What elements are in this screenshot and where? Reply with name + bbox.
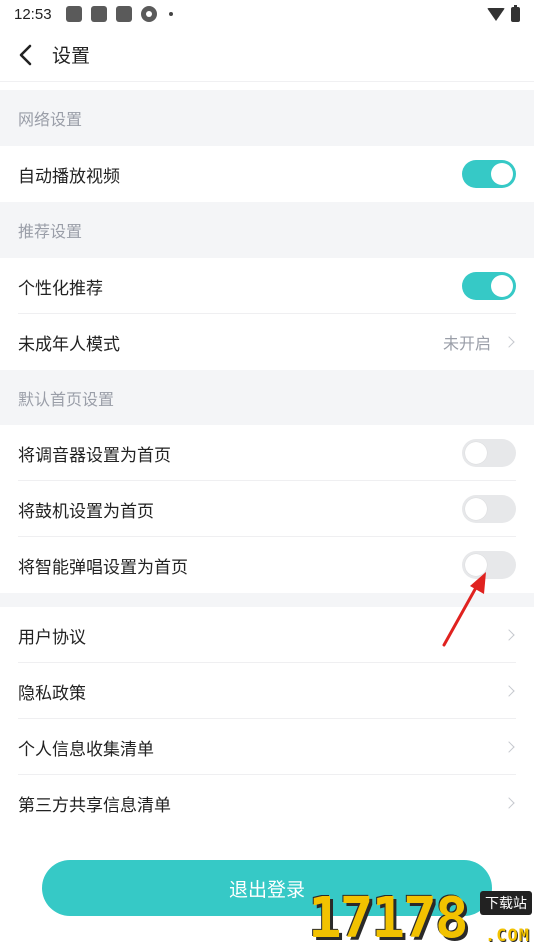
- page-title: 设置: [52, 45, 91, 67]
- more-notifications-icon: [168, 12, 173, 16]
- row-label: 个人信息收集清单: [18, 739, 154, 760]
- nav-bar: 设置: [0, 28, 534, 82]
- tuner-home-toggle[interactable]: [462, 439, 516, 467]
- row-label: 隐私政策: [18, 683, 86, 704]
- notification-icon: [90, 6, 107, 22]
- battery-icon: [511, 4, 520, 22]
- watermark-logo: 17178 下载站 .COM: [308, 888, 534, 950]
- app-notification-icon: [140, 6, 157, 22]
- row-label: 第三方共享信息清单: [18, 795, 171, 816]
- back-button[interactable]: [0, 28, 52, 82]
- section-header-network: 网络设置: [0, 90, 534, 146]
- chevron-right-icon: [503, 797, 515, 809]
- chevron-left-icon: [19, 44, 32, 65]
- row-label: 未成年人模式: [18, 334, 120, 355]
- notification-icon: [115, 6, 132, 22]
- row-label: 自动播放视频: [18, 166, 120, 187]
- row-third-party-list[interactable]: 第三方共享信息清单: [0, 775, 534, 831]
- row-label: 将调音器设置为首页: [18, 445, 171, 466]
- status-time: 12:53: [14, 5, 52, 23]
- section-header-default-home: 默认首页设置: [0, 370, 534, 425]
- row-label: 将智能弹唱设置为首页: [18, 557, 188, 578]
- row-label: 将鼓机设置为首页: [18, 501, 154, 522]
- wifi-icon: [487, 7, 505, 21]
- row-label: 个性化推荐: [18, 278, 103, 299]
- notification-icon: [65, 6, 82, 22]
- row-minor-mode[interactable]: 未成年人模式 未开启: [0, 314, 534, 370]
- row-personalized-recommend: 个性化推荐: [0, 258, 534, 314]
- status-bar: 12:53: [0, 0, 534, 28]
- row-label: 用户协议: [18, 627, 86, 648]
- annotation-arrow-icon: [442, 572, 486, 647]
- row-personal-info-list[interactable]: 个人信息收集清单: [0, 719, 534, 775]
- row-privacy-policy[interactable]: 隐私政策: [0, 663, 534, 719]
- personalized-recommend-toggle[interactable]: [462, 272, 516, 300]
- drum-machine-home-toggle[interactable]: [462, 495, 516, 523]
- row-autoplay-video: 自动播放视频: [0, 146, 534, 202]
- chevron-right-icon: [503, 741, 515, 753]
- watermark-badge: 下载站: [480, 891, 532, 915]
- autoplay-video-toggle[interactable]: [462, 160, 516, 188]
- chevron-right-icon: [503, 685, 515, 697]
- minor-mode-status: 未开启: [442, 334, 491, 353]
- watermark-domain: .COM: [485, 926, 530, 946]
- row-drum-home: 将鼓机设置为首页: [0, 481, 534, 537]
- chevron-right-icon: [503, 336, 515, 348]
- chevron-right-icon: [503, 629, 515, 641]
- row-tuner-home: 将调音器设置为首页: [0, 425, 534, 481]
- section-header-recommend: 推荐设置: [0, 202, 534, 258]
- watermark-number: 17178: [308, 886, 469, 950]
